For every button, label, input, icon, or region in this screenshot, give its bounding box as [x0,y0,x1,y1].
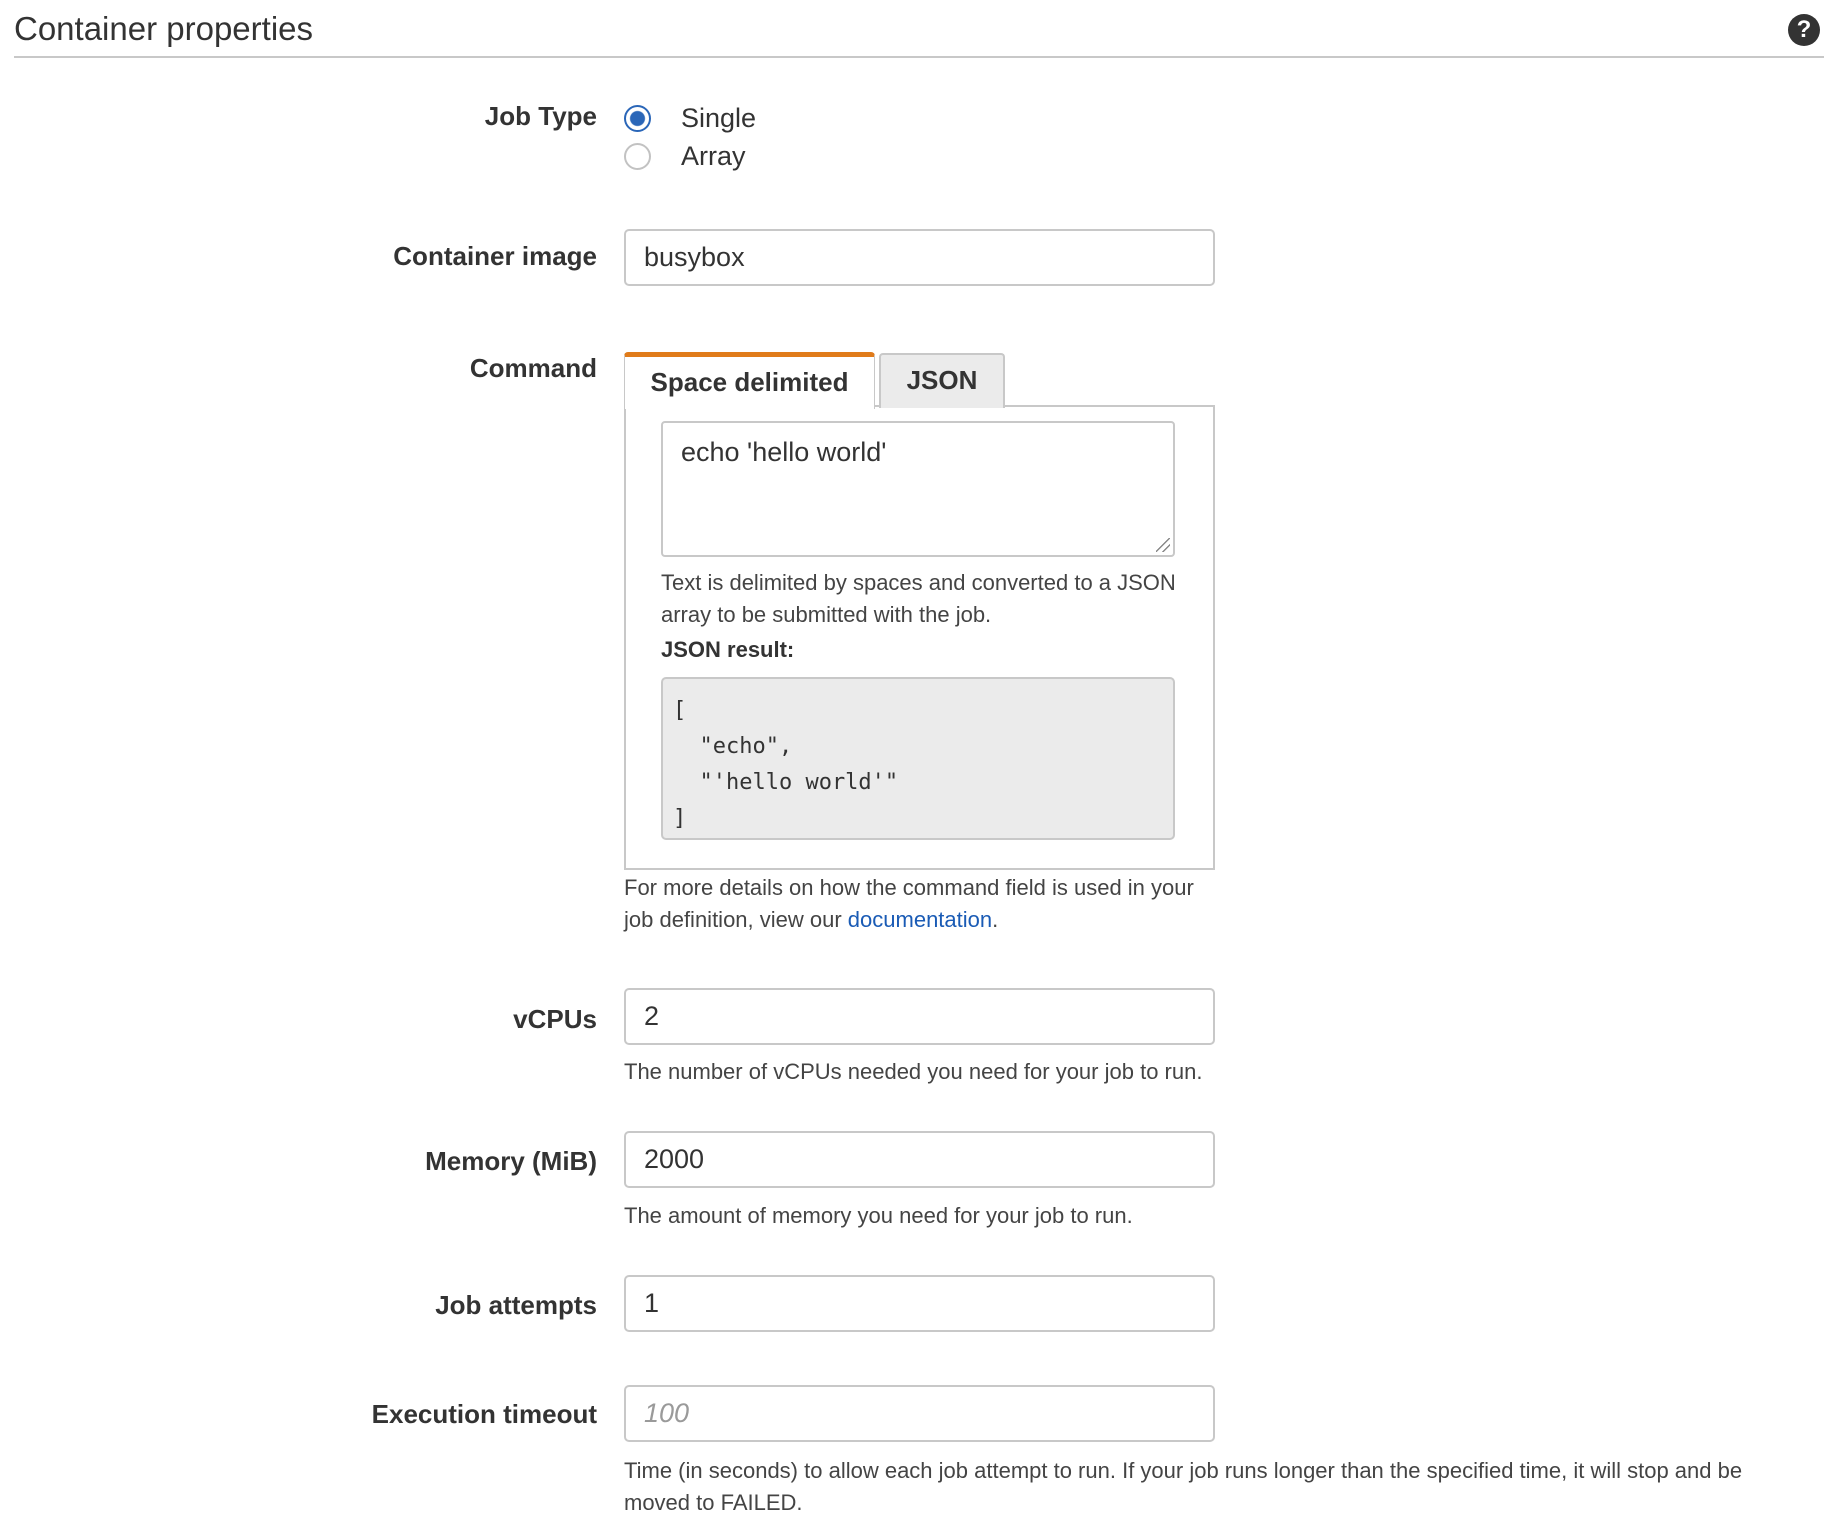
command-textarea[interactable]: echo 'hello world' [661,421,1175,557]
vcpus-input[interactable] [624,988,1215,1045]
execution-timeout-input[interactable] [624,1385,1215,1442]
resize-grip-icon[interactable] [1156,538,1170,552]
vcpus-label: vCPUs [513,1004,597,1034]
execution-timeout-hint-line2: moved to FAILED. [624,1490,803,1515]
radio-array[interactable] [624,142,651,170]
radio-array-label: Array [681,140,746,171]
json-result-line: ] [673,806,687,831]
command-footer-line2: job definition, view our documentation. [624,904,998,936]
command-footer-suffix: . [992,907,999,932]
json-result-line: [ [673,698,687,723]
json-result-box: [ "echo", "'hello world'" ] [661,677,1175,840]
documentation-link[interactable]: documentation [848,907,992,932]
command-footer-prefix: job definition, view our [624,907,848,932]
memory-input[interactable] [624,1131,1215,1188]
command-helper-line2: array to be submitted with the job. [661,602,992,627]
command-label: Command [469,353,597,383]
json-result-line: "'hello world'" [673,770,899,795]
help-icon[interactable]: ? [1788,14,1820,46]
job-type-single-option[interactable]: Single [624,100,756,136]
command-footer-line1: For more details on how the command fiel… [624,875,1194,900]
container-image-label: Container image [393,241,597,271]
memory-label: Memory (MiB) [425,1146,597,1176]
section-header: Container properties ? [14,0,1824,58]
job-type-label: Job Type [484,101,597,131]
radio-single[interactable] [624,104,651,132]
radio-single-label: Single [681,102,757,133]
json-result-label: JSON result: [661,637,795,662]
job-attempts-label: Job attempts [435,1290,597,1320]
json-result-line: "echo", [673,734,793,759]
command-helper-line1: Text is delimited by spaces and converte… [661,570,1176,595]
tab-json[interactable]: JSON [879,353,1005,408]
memory-hint: The amount of memory you need for your j… [624,1203,1133,1228]
section-title: Container properties [14,10,313,47]
job-attempts-input[interactable] [624,1275,1215,1332]
container-image-input[interactable] [624,229,1215,286]
command-text: echo 'hello world' [681,437,887,467]
execution-timeout-label: Execution timeout [371,1399,597,1429]
execution-timeout-hint-line1: Time (in seconds) to allow each job atte… [624,1458,1743,1483]
vcpus-hint: The number of vCPUs needed you need for … [624,1059,1203,1084]
tab-space-delimited[interactable]: Space delimited [624,352,875,409]
job-type-array-option[interactable]: Array [624,138,746,174]
